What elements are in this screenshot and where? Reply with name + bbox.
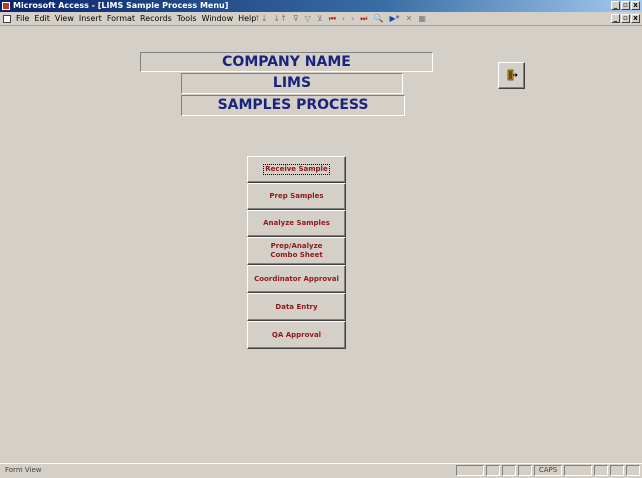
qa-approval-button[interactable]: QA Approval <box>247 321 346 349</box>
status-pane <box>502 465 516 476</box>
database-window-icon[interactable]: ▦ <box>418 13 426 25</box>
section-name-label: SAMPLES PROCESS <box>181 95 405 116</box>
title-bar: Microsoft Access - [LIMS Sample Process … <box>0 0 642 12</box>
access-window: Microsoft Access - [LIMS Sample Process … <box>0 0 642 478</box>
minimize-icon[interactable]: _ <box>611 1 620 10</box>
receive-sample-label: Receive Sample <box>263 164 330 175</box>
next-record-icon[interactable]: › <box>351 13 354 25</box>
menu-insert[interactable]: Insert <box>79 13 102 25</box>
menu-window[interactable]: Window <box>202 13 234 25</box>
last-record-icon[interactable]: ⏭ <box>360 13 367 25</box>
document-controls: _ ▫ x <box>611 14 640 23</box>
find-icon[interactable]: 🔍 <box>374 13 384 25</box>
window-controls: _ ▫ x <box>611 1 640 11</box>
restore-icon[interactable]: ▫ <box>621 1 630 10</box>
record-toolbar: ↑↓ ↓↑ ⊽ ▽ ⊻ ⏮ ‹ › ⏭ 🔍 ▶* ✕ ▦ <box>254 13 426 25</box>
form-document-icon[interactable] <box>3 15 11 23</box>
exit-door-icon <box>507 69 518 81</box>
menu-bar: File Edit View Insert Format Records Too… <box>0 13 642 26</box>
first-record-icon[interactable]: ⏮ <box>329 13 336 25</box>
status-pane <box>486 465 500 476</box>
company-name-label: COMPANY NAME <box>140 52 433 72</box>
status-pane <box>518 465 532 476</box>
status-pane <box>610 465 624 476</box>
caps-indicator: CAPS <box>534 465 562 476</box>
menu-tools[interactable]: Tools <box>177 13 197 25</box>
menu-file[interactable]: File <box>16 13 29 25</box>
menu-format[interactable]: Format <box>107 13 135 25</box>
exit-button[interactable] <box>498 62 525 89</box>
doc-minimize-icon[interactable]: _ <box>611 14 620 23</box>
previous-record-icon[interactable]: ‹ <box>342 13 345 25</box>
sort-ascending-icon[interactable]: ↑↓ <box>254 13 267 25</box>
menu-view[interactable]: View <box>55 13 74 25</box>
status-pane <box>456 465 484 476</box>
prep-analyze-combo-button[interactable]: Prep/Analyze Combo Sheet <box>247 237 346 265</box>
menu-records[interactable]: Records <box>140 13 172 25</box>
window-title: Microsoft Access - [LIMS Sample Process … <box>13 1 229 10</box>
form-area: COMPANY NAME LIMS SAMPLES PROCESS Receiv… <box>0 26 642 462</box>
doc-restore-icon[interactable]: ▫ <box>621 14 630 23</box>
data-entry-button[interactable]: Data Entry <box>247 293 346 321</box>
filter-by-form-icon[interactable]: ▽ <box>305 13 311 25</box>
status-pane <box>594 465 608 476</box>
status-mode-text: Form View <box>5 466 42 474</box>
coordinator-approval-button[interactable]: Coordinator Approval <box>247 265 346 293</box>
status-bar: Form View CAPS <box>0 463 642 478</box>
receive-sample-button[interactable]: Receive Sample <box>247 156 346 183</box>
prep-samples-button[interactable]: Prep Samples <box>247 183 346 210</box>
filter-by-selection-icon[interactable]: ⊽ <box>293 13 299 25</box>
status-pane <box>626 465 640 476</box>
sort-descending-icon[interactable]: ↓↑ <box>273 13 286 25</box>
doc-close-icon[interactable]: x <box>631 14 640 23</box>
delete-record-icon[interactable]: ✕ <box>406 13 413 25</box>
analyze-samples-button[interactable]: Analyze Samples <box>247 210 346 237</box>
close-icon[interactable]: x <box>631 1 640 10</box>
system-name-label: LIMS <box>181 73 403 94</box>
menu-items: File Edit View Insert Format Records Too… <box>16 13 256 25</box>
status-pane <box>564 465 592 476</box>
access-app-icon[interactable] <box>2 2 10 10</box>
apply-filter-icon[interactable]: ⊻ <box>317 13 323 25</box>
status-panes: CAPS <box>456 465 640 476</box>
new-record-icon[interactable]: ▶* <box>389 13 399 25</box>
menu-edit[interactable]: Edit <box>34 13 50 25</box>
